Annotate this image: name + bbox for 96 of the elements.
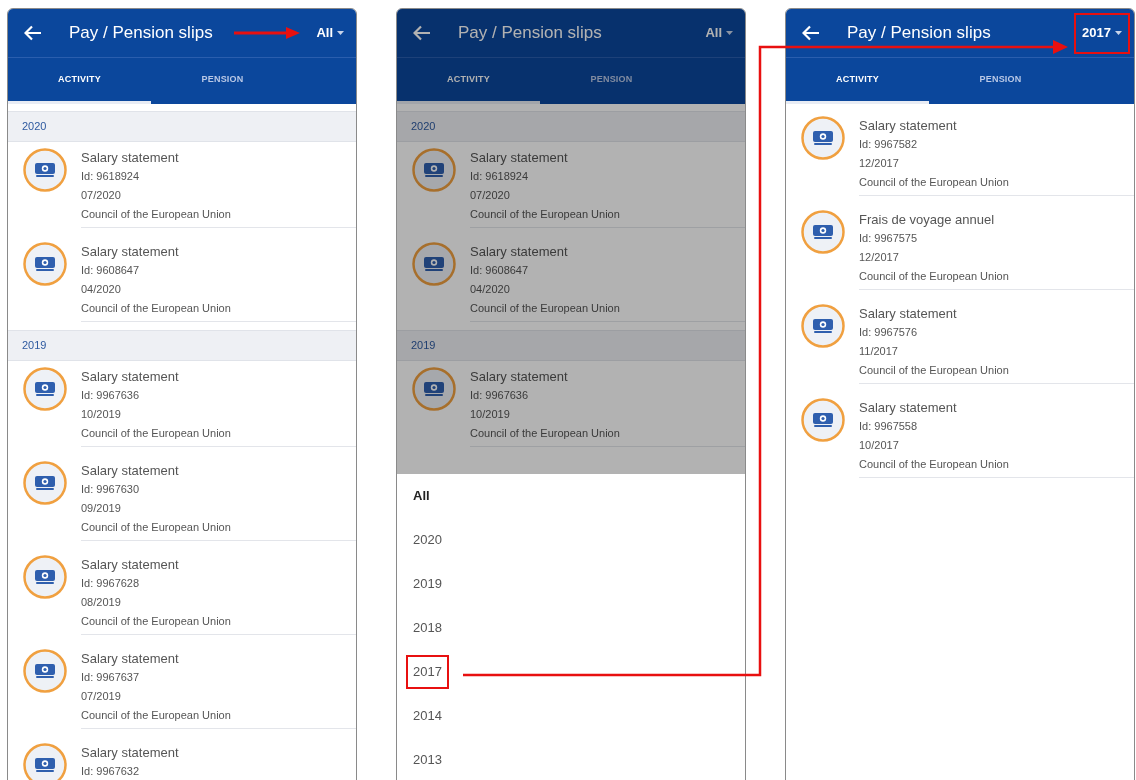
year-option[interactable]: 2014: [406, 699, 449, 733]
page-title: Pay / Pension slips: [847, 22, 991, 45]
slip-date: 12/2017: [859, 156, 900, 171]
slip-id: Id: 9967637: [81, 670, 141, 685]
year-option[interactable]: 2019: [406, 567, 449, 601]
year-option[interactable]: 2017: [406, 655, 449, 689]
slip-date: 10/2019: [81, 407, 122, 422]
slip-organisation: Council of the European Union: [81, 301, 232, 316]
slip-organisation: Council of the European Union: [81, 708, 232, 723]
slip-organisation: Council of the European Union: [470, 426, 621, 441]
back-arrow-icon[interactable]: [802, 25, 820, 41]
slip-date: 07/2020: [81, 188, 122, 203]
year-option[interactable]: 2018: [406, 611, 449, 645]
slip-title: Salary statement: [859, 117, 958, 135]
tab[interactable]: PENSION: [151, 58, 294, 104]
slip-organisation: Council of the European Union: [859, 363, 1010, 378]
caret-icon: [337, 31, 344, 35]
slip-organisation: Council of the European Union: [81, 426, 232, 441]
tab[interactable]: PENSION: [929, 58, 1072, 104]
slip-id: Id: 9608647: [470, 263, 530, 278]
slip-title: Frais de voyage annuel: [859, 211, 996, 229]
slip-date: 11/2017: [859, 344, 899, 359]
slip-date: 04/2020: [81, 282, 122, 297]
tab[interactable]: ACTIVITY: [8, 58, 151, 104]
slip-id: Id: 9967636: [470, 388, 530, 403]
slip-date: 10/2017: [859, 438, 900, 453]
year-filter-dropdown[interactable]: All: [697, 12, 741, 54]
slip-organisation: Council of the European Union: [81, 207, 232, 222]
page-title: Pay / Pension slips: [458, 22, 602, 45]
slip-date: 07/2020: [470, 188, 511, 203]
slip-date: 07/2019: [81, 689, 122, 704]
year-section-header: 2020: [8, 111, 356, 142]
caret-icon: [1115, 31, 1122, 35]
slip-id: Id: 9967575: [859, 231, 919, 246]
tab[interactable]: ACTIVITY: [786, 58, 929, 104]
slip-id: Id: 9967632: [81, 764, 141, 779]
year-option[interactable]: 2013: [406, 743, 449, 777]
banknote-icon: [23, 649, 67, 693]
banknote-icon: [23, 555, 67, 599]
banknote-icon: [412, 367, 456, 411]
year-filter-dropdown[interactable]: 2017: [1074, 12, 1130, 54]
year-filter-dropdown[interactable]: All: [308, 12, 352, 54]
slip-organisation: Council of the European Union: [81, 520, 232, 535]
slip-title: Salary statement: [81, 368, 180, 386]
slip-id: Id: 9967630: [81, 482, 141, 497]
slip-id: Id: 9618924: [81, 169, 141, 184]
banknote-icon: [23, 367, 67, 411]
slip-date: 09/2019: [81, 501, 122, 516]
year-section-header: 2019: [8, 330, 356, 361]
slip-title: Salary statement: [859, 305, 958, 323]
banknote-icon: [801, 116, 845, 160]
slip-title: Salary statement: [81, 243, 180, 261]
slip-organisation: Council of the European Union: [470, 207, 621, 222]
slip-date: 08/2019: [81, 595, 122, 610]
slip-id: Id: 9967558: [859, 419, 919, 434]
slip-date: 10/2019: [470, 407, 511, 422]
slip-title: Salary statement: [470, 243, 569, 261]
year-option[interactable]: 2020: [406, 523, 449, 557]
slip-title: Salary statement: [81, 149, 180, 167]
slip-organisation: Council of the European Union: [859, 269, 1010, 284]
slip-date: 04/2020: [470, 282, 511, 297]
banknote-icon: [412, 148, 456, 192]
slip-id: Id: 9967582: [859, 137, 919, 152]
banknote-icon: [23, 242, 67, 286]
banknote-icon: [801, 210, 845, 254]
tab[interactable]: ACTIVITY: [397, 58, 540, 104]
slip-id: Id: 9618924: [470, 169, 530, 184]
tab[interactable]: PENSION: [540, 58, 683, 104]
slip-date: 12/2017: [859, 250, 900, 265]
slip-id: Id: 9967576: [859, 325, 919, 340]
slip-id: Id: 9608647: [81, 263, 141, 278]
slip-title: Salary statement: [81, 462, 180, 480]
slip-id: Id: 9967628: [81, 576, 141, 591]
page-title: Pay / Pension slips: [69, 22, 213, 45]
year-section-header: 2020: [397, 111, 745, 142]
back-arrow-icon[interactable]: [413, 25, 431, 41]
slip-title: Salary statement: [859, 399, 958, 417]
slip-title: Salary statement: [470, 149, 569, 167]
slip-organisation: Council of the European Union: [470, 301, 621, 316]
slip-title: Salary statement: [81, 556, 180, 574]
slip-organisation: Council of the European Union: [859, 457, 1010, 472]
caret-icon: [726, 31, 733, 35]
slip-id: Id: 9967636: [81, 388, 141, 403]
banknote-icon: [23, 148, 67, 192]
year-section-header: 2019: [397, 330, 745, 361]
banknote-icon: [801, 398, 845, 442]
slip-title: Salary statement: [81, 744, 180, 762]
banknote-icon: [412, 242, 456, 286]
slip-title: Salary statement: [81, 650, 180, 668]
slip-organisation: Council of the European Union: [859, 175, 1010, 190]
banknote-icon: [23, 461, 67, 505]
back-arrow-icon[interactable]: [24, 25, 42, 41]
slip-organisation: Council of the European Union: [81, 614, 232, 629]
slip-title: Salary statement: [470, 368, 569, 386]
banknote-icon: [801, 304, 845, 348]
year-option[interactable]: All: [406, 479, 437, 513]
